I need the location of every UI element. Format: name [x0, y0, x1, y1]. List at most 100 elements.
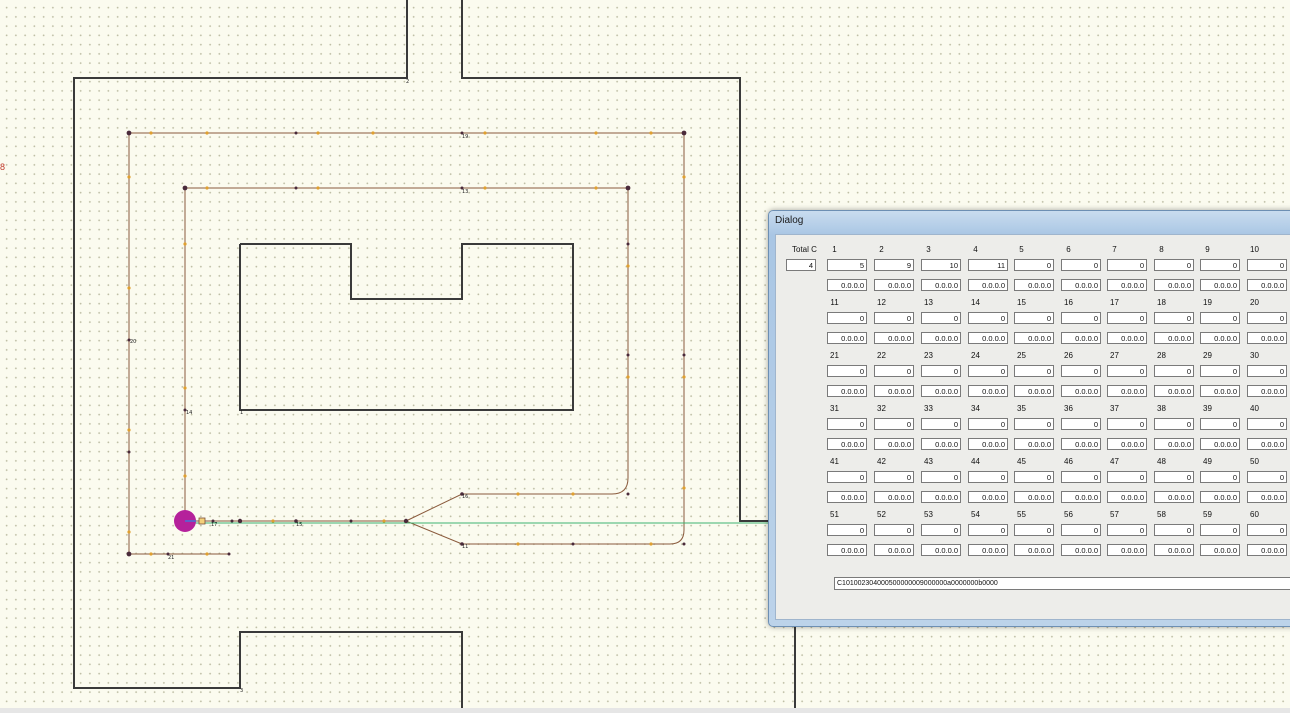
client-ip-field[interactable]: 0.0.0.0	[1154, 279, 1194, 291]
client-id-field[interactable]: 0	[1107, 418, 1147, 430]
client-id-field[interactable]: 0	[827, 524, 867, 536]
client-ip-field[interactable]: 0.0.0.0	[1061, 279, 1101, 291]
client-ip-field[interactable]: 0.0.0.0	[1247, 544, 1287, 556]
client-id-field[interactable]: 0	[1061, 418, 1101, 430]
client-ip-field[interactable]: 0.0.0.0	[1061, 491, 1101, 503]
client-id-field[interactable]: 0	[1200, 259, 1240, 271]
dialog-window[interactable]: Dialog Total C 4 C1010023040005000000090…	[768, 210, 1290, 627]
client-id-field[interactable]: 0	[1154, 471, 1194, 483]
client-ip-field[interactable]: 0.0.0.0	[921, 279, 961, 291]
client-ip-field[interactable]: 0.0.0.0	[1061, 438, 1101, 450]
client-ip-field[interactable]: 0.0.0.0	[1014, 491, 1054, 503]
client-id-field[interactable]: 0	[1154, 259, 1194, 271]
client-ip-field[interactable]: 0.0.0.0	[874, 279, 914, 291]
client-id-field[interactable]: 0	[1107, 365, 1147, 377]
client-ip-field[interactable]: 0.0.0.0	[1154, 544, 1194, 556]
client-ip-field[interactable]: 0.0.0.0	[1200, 438, 1240, 450]
client-ip-field[interactable]: 0.0.0.0	[921, 491, 961, 503]
client-ip-field[interactable]: 0.0.0.0	[1200, 491, 1240, 503]
client-id-field[interactable]: 0	[968, 471, 1008, 483]
client-ip-field[interactable]: 0.0.0.0	[1154, 438, 1194, 450]
client-ip-field[interactable]: 0.0.0.0	[1107, 491, 1147, 503]
client-ip-field[interactable]: 0.0.0.0	[968, 438, 1008, 450]
client-id-field[interactable]: 0	[1061, 312, 1101, 324]
client-ip-field[interactable]: 0.0.0.0	[827, 385, 867, 397]
client-id-field[interactable]: 0	[1247, 524, 1287, 536]
client-ip-field[interactable]: 0.0.0.0	[1247, 438, 1287, 450]
client-ip-field[interactable]: 0.0.0.0	[968, 385, 1008, 397]
client-id-field[interactable]: 0	[1061, 259, 1101, 271]
client-ip-field[interactable]: 0.0.0.0	[1061, 332, 1101, 344]
client-ip-field[interactable]: 0.0.0.0	[1200, 385, 1240, 397]
client-id-field[interactable]: 0	[968, 365, 1008, 377]
client-id-field[interactable]: 0	[1247, 365, 1287, 377]
client-ip-field[interactable]: 0.0.0.0	[827, 332, 867, 344]
client-id-field[interactable]: 0	[874, 524, 914, 536]
client-id-field[interactable]: 0	[874, 312, 914, 324]
client-ip-field[interactable]: 0.0.0.0	[827, 279, 867, 291]
client-id-field[interactable]: 11	[968, 259, 1008, 271]
client-id-field[interactable]: 0	[921, 418, 961, 430]
client-id-field[interactable]: 0	[1154, 524, 1194, 536]
client-ip-field[interactable]: 0.0.0.0	[968, 279, 1008, 291]
client-id-field[interactable]: 0	[827, 418, 867, 430]
client-ip-field[interactable]: 0.0.0.0	[968, 332, 1008, 344]
client-ip-field[interactable]: 0.0.0.0	[1154, 385, 1194, 397]
client-ip-field[interactable]: 0.0.0.0	[1014, 385, 1054, 397]
client-ip-field[interactable]: 0.0.0.0	[1107, 544, 1147, 556]
client-id-field[interactable]: 0	[1107, 259, 1147, 271]
client-id-field[interactable]: 0	[968, 418, 1008, 430]
client-ip-field[interactable]: 0.0.0.0	[874, 385, 914, 397]
client-ip-field[interactable]: 0.0.0.0	[827, 544, 867, 556]
client-id-field[interactable]: 0	[1200, 312, 1240, 324]
client-id-field[interactable]: 0	[874, 418, 914, 430]
client-ip-field[interactable]: 0.0.0.0	[1014, 332, 1054, 344]
client-id-field[interactable]: 0	[1061, 471, 1101, 483]
client-id-field[interactable]: 0	[1014, 312, 1054, 324]
client-ip-field[interactable]: 0.0.0.0	[968, 491, 1008, 503]
client-id-field[interactable]: 0	[1014, 471, 1054, 483]
client-id-field[interactable]: 0	[1107, 524, 1147, 536]
client-id-field[interactable]: 0	[1154, 365, 1194, 377]
client-ip-field[interactable]: 0.0.0.0	[1061, 385, 1101, 397]
client-ip-field[interactable]: 0.0.0.0	[827, 491, 867, 503]
client-ip-field[interactable]: 0.0.0.0	[1107, 332, 1147, 344]
client-id-field[interactable]: 0	[921, 524, 961, 536]
client-ip-field[interactable]: 0.0.0.0	[968, 544, 1008, 556]
client-ip-field[interactable]: 0.0.0.0	[827, 438, 867, 450]
client-id-field[interactable]: 0	[921, 471, 961, 483]
client-ip-field[interactable]: 0.0.0.0	[1014, 279, 1054, 291]
client-id-field[interactable]: 0	[1200, 524, 1240, 536]
client-ip-field[interactable]: 0.0.0.0	[1247, 332, 1287, 344]
client-id-field[interactable]: 9	[874, 259, 914, 271]
client-id-field[interactable]: 0	[1200, 365, 1240, 377]
client-id-field[interactable]: 0	[1107, 312, 1147, 324]
client-ip-field[interactable]: 0.0.0.0	[921, 385, 961, 397]
client-id-field[interactable]: 0	[874, 365, 914, 377]
client-ip-field[interactable]: 0.0.0.0	[1107, 438, 1147, 450]
client-id-field[interactable]: 5	[827, 259, 867, 271]
client-id-field[interactable]: 0	[921, 312, 961, 324]
client-id-field[interactable]: 0	[1247, 418, 1287, 430]
client-ip-field[interactable]: 0.0.0.0	[1247, 279, 1287, 291]
client-ip-field[interactable]: 0.0.0.0	[1061, 544, 1101, 556]
client-ip-field[interactable]: 0.0.0.0	[1107, 385, 1147, 397]
client-ip-field[interactable]: 0.0.0.0	[1200, 544, 1240, 556]
client-ip-field[interactable]: 0.0.0.0	[874, 438, 914, 450]
client-id-field[interactable]: 0	[1247, 259, 1287, 271]
client-ip-field[interactable]: 0.0.0.0	[1154, 332, 1194, 344]
client-id-field[interactable]: 0	[1107, 471, 1147, 483]
client-id-field[interactable]: 0	[1014, 259, 1054, 271]
total-count-field[interactable]: 4	[786, 259, 816, 271]
client-ip-field[interactable]: 0.0.0.0	[921, 332, 961, 344]
client-id-field[interactable]: 0	[1014, 365, 1054, 377]
status-string-field[interactable]: C101002304000500000009000000a0000000b000…	[834, 577, 1290, 590]
client-ip-field[interactable]: 0.0.0.0	[1247, 385, 1287, 397]
client-id-field[interactable]: 0	[968, 524, 1008, 536]
client-ip-field[interactable]: 0.0.0.0	[1200, 279, 1240, 291]
client-ip-field[interactable]: 0.0.0.0	[874, 491, 914, 503]
client-id-field[interactable]: 0	[1014, 524, 1054, 536]
client-ip-field[interactable]: 0.0.0.0	[1014, 438, 1054, 450]
client-id-field[interactable]: 0	[827, 365, 867, 377]
client-ip-field[interactable]: 0.0.0.0	[1107, 279, 1147, 291]
